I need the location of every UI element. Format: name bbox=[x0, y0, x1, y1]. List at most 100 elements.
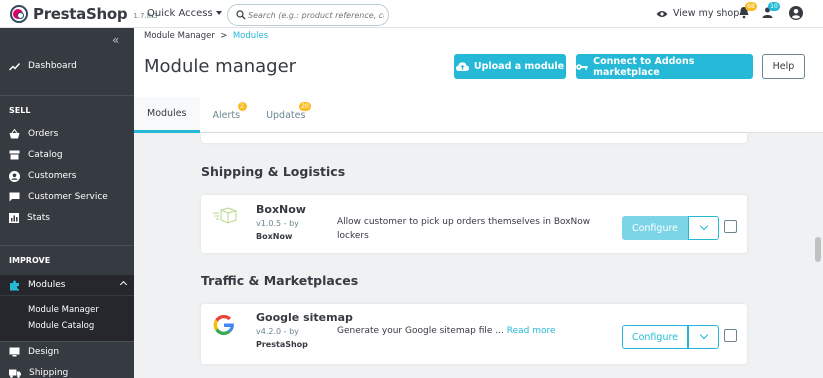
sidebar-item-label: Stats bbox=[27, 213, 50, 223]
module-name: Google sitemap bbox=[256, 311, 353, 324]
page-title: Module manager bbox=[144, 56, 297, 77]
google-logo-icon bbox=[213, 314, 234, 336]
sidebar-item-stats[interactable]: Stats bbox=[0, 208, 134, 228]
quick-access-label: Quick Access bbox=[147, 8, 213, 19]
module-card-previous bbox=[201, 133, 747, 143]
sidebar-item-shipping[interactable]: Shipping bbox=[0, 363, 134, 378]
sidebar-item-modules[interactable]: Modules bbox=[0, 275, 134, 295]
tab-updates[interactable]: Updates 20 bbox=[253, 97, 318, 133]
modules-submenu: Module Manager Module Catalog bbox=[0, 296, 134, 342]
configure-button[interactable]: Configure bbox=[622, 325, 688, 349]
module-version: v4.2.0 - by bbox=[256, 327, 299, 336]
sidebar-item-label: Dashboard bbox=[28, 61, 77, 71]
store-icon bbox=[9, 150, 20, 160]
truck-icon bbox=[9, 369, 21, 378]
sidebar-item-dashboard[interactable]: Dashboard bbox=[0, 56, 134, 76]
prestashop-logo[interactable]: PrestaShop 1.7.8.3 bbox=[10, 5, 158, 23]
module-card-boxnow: BoxNow v1.0.5 - by BoxNow Allow customer… bbox=[201, 195, 747, 253]
sidebar-section-improve: IMPROVE bbox=[9, 256, 51, 265]
module-description-text: Generate your Google sitemap file ... bbox=[337, 326, 504, 336]
customers-badge: 10 bbox=[768, 2, 780, 11]
module-description-line: Allow customer to pick up orders themsel… bbox=[337, 217, 591, 227]
upload-module-label: Upload a module bbox=[473, 61, 565, 72]
search-input[interactable] bbox=[248, 8, 384, 23]
tab-label: Modules bbox=[147, 108, 187, 119]
configure-button[interactable]: Configure bbox=[622, 216, 688, 240]
category-title: Shipping & Logistics bbox=[201, 164, 346, 179]
module-version: v1.0.5 - by bbox=[256, 219, 299, 228]
breadcrumb-separator: > bbox=[217, 31, 231, 41]
page-header: Module Manager > Modules Module manager … bbox=[134, 28, 823, 133]
tab-label: Alerts bbox=[212, 109, 241, 121]
sidebar-subitem-module-manager[interactable]: Module Manager bbox=[28, 305, 99, 315]
shopping-basket-icon bbox=[9, 129, 20, 139]
module-card-google-sitemap: Google sitemap v4.2.0 - by PrestaShop Ge… bbox=[201, 304, 747, 364]
notifications-customers-button[interactable]: 10 bbox=[761, 2, 780, 22]
account-button[interactable] bbox=[789, 6, 803, 23]
module-description-line: lockers bbox=[337, 231, 369, 241]
breadcrumb: Module Manager > Modules bbox=[144, 31, 268, 41]
bar-chart-icon bbox=[9, 213, 19, 223]
sidebar-item-label: Orders bbox=[28, 129, 59, 139]
tab-label: Updates bbox=[266, 109, 306, 121]
sidebar-item-customers[interactable]: Customers bbox=[0, 166, 134, 186]
sidebar-item-orders[interactable]: Orders bbox=[0, 124, 134, 144]
connect-addons-button[interactable]: Connect to Addons marketplace bbox=[576, 54, 753, 79]
view-shop-link[interactable]: View my shop bbox=[656, 8, 739, 19]
sidebar-item-customer-service[interactable]: Customer Service bbox=[0, 187, 134, 207]
orders-badge: 68 bbox=[745, 2, 757, 11]
tab-alerts[interactable]: Alerts 2 bbox=[200, 97, 254, 133]
notifications-orders-button[interactable]: 68 bbox=[738, 2, 757, 22]
tab-modules[interactable]: Modules bbox=[134, 97, 200, 133]
breadcrumb-parent-link[interactable]: Module Manager bbox=[144, 31, 215, 41]
search-box[interactable] bbox=[227, 4, 389, 26]
category-title: Traffic & Marketplaces bbox=[201, 273, 359, 288]
sidebar-divider bbox=[0, 95, 134, 96]
module-select-checkbox[interactable] bbox=[724, 220, 737, 233]
chevron-up-icon bbox=[119, 280, 128, 289]
alerts-badge: 2 bbox=[237, 102, 247, 111]
sidebar-divider bbox=[0, 245, 134, 246]
sidebar-item-label: Customer Service bbox=[28, 192, 108, 202]
tabs-bar: Modules Alerts 2 Updates 20 bbox=[134, 97, 318, 133]
page-scrollbar[interactable] bbox=[815, 237, 821, 262]
module-author: PrestaShop bbox=[256, 340, 308, 349]
read-more-link[interactable]: Read more bbox=[507, 326, 556, 336]
logo-text: PrestaShop bbox=[33, 5, 128, 23]
top-header: PrestaShop 1.7.8.3 Quick Access View my … bbox=[0, 0, 823, 28]
trending-up-icon bbox=[9, 62, 20, 70]
sidebar: « Dashboard SELL Orders Catalog Customer… bbox=[0, 28, 134, 378]
module-select-checkbox[interactable] bbox=[724, 329, 737, 342]
sidebar-item-label: Design bbox=[28, 347, 60, 357]
chat-bubble-icon bbox=[9, 192, 20, 202]
view-shop-label: View my shop bbox=[673, 8, 740, 19]
module-actions-dropdown[interactable] bbox=[688, 216, 719, 240]
connect-addons-label: Connect to Addons marketplace bbox=[593, 55, 695, 78]
caret-down-icon bbox=[215, 11, 222, 15]
boxnow-logo-icon bbox=[213, 207, 237, 224]
key-icon bbox=[576, 63, 588, 70]
cloud-upload-icon bbox=[455, 62, 469, 71]
puffin-logo-icon bbox=[10, 5, 28, 23]
module-author: BoxNow bbox=[256, 232, 293, 241]
module-actions-dropdown[interactable] bbox=[688, 325, 719, 349]
sidebar-item-label: Modules bbox=[28, 280, 66, 290]
sidebar-item-catalog[interactable]: Catalog bbox=[0, 145, 134, 165]
sidebar-item-label: Customers bbox=[28, 171, 77, 181]
sidebar-subitem-module-catalog[interactable]: Module Catalog bbox=[28, 321, 94, 331]
module-description: Generate your Google sitemap file ... Re… bbox=[337, 324, 556, 338]
collapse-sidebar-icon[interactable]: « bbox=[112, 33, 119, 47]
eye-icon bbox=[656, 10, 668, 17]
sidebar-item-design[interactable]: Design bbox=[0, 342, 134, 362]
module-description: Allow customer to pick up orders themsel… bbox=[337, 215, 590, 243]
desktop-icon bbox=[9, 347, 20, 357]
breadcrumb-current[interactable]: Modules bbox=[233, 31, 268, 41]
puzzle-icon bbox=[10, 280, 19, 290]
quick-access-dropdown[interactable]: Quick Access bbox=[147, 8, 222, 19]
updates-badge: 20 bbox=[299, 102, 311, 111]
help-button[interactable]: Help bbox=[762, 54, 805, 79]
account-circle-icon bbox=[9, 170, 20, 182]
sidebar-item-label: Catalog bbox=[28, 150, 63, 160]
sidebar-section-sell: SELL bbox=[9, 106, 31, 115]
upload-module-button[interactable]: Upload a module bbox=[454, 54, 566, 79]
